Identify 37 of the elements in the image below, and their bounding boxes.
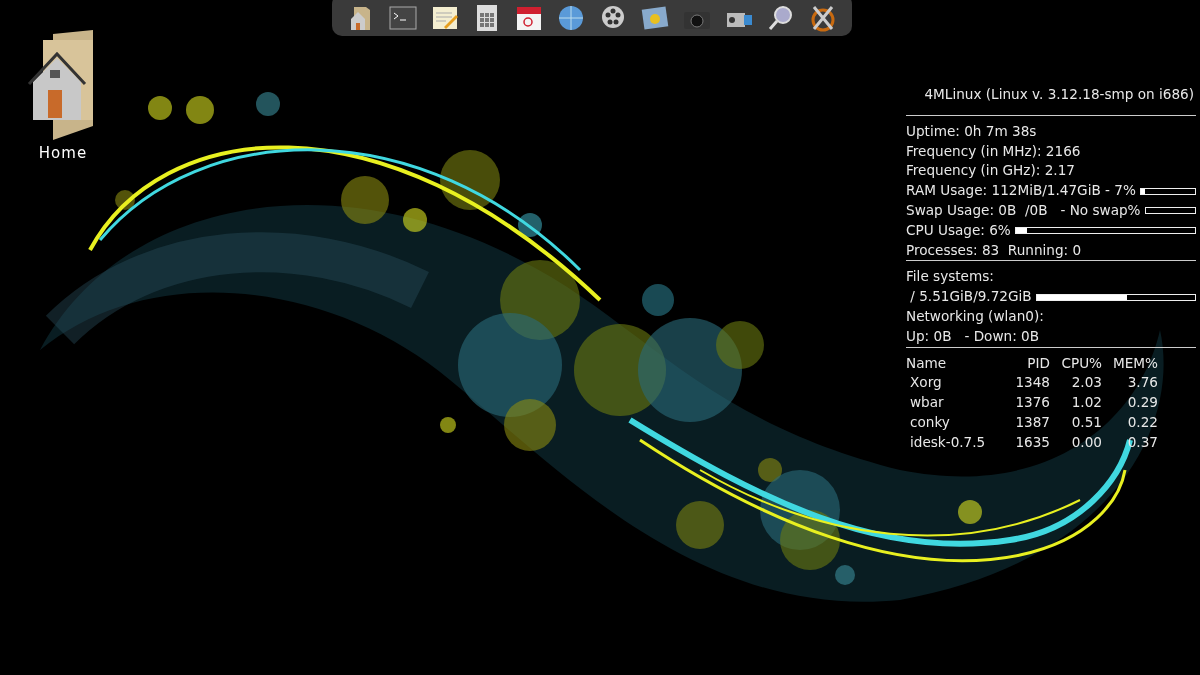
icon-label: Home	[38, 144, 88, 162]
table-cell-text: 2.03	[1070, 373, 1102, 393]
table-cell-text: 1.02	[1070, 393, 1102, 413]
stat-text: Frequency (in GHz): 2.17	[906, 161, 1075, 181]
globe-icon[interactable]	[556, 3, 586, 33]
stat-text: Up: 0B - Down: 0B	[906, 326, 1040, 346]
column-header: MEM%	[1112, 353, 1158, 373]
column-header: PID	[1026, 353, 1050, 373]
table-cell-text: 1376	[1014, 393, 1050, 413]
stat-text: Uptime: 0h 7m 38s	[906, 121, 1037, 141]
stat-text: RAM Usage: 112MiB/1.47GiB - 7%	[906, 181, 1136, 201]
table-cell-text: 1387	[1014, 412, 1050, 432]
terminal-icon[interactable]	[388, 3, 418, 33]
stat-text: File systems:	[906, 267, 994, 287]
usage-bar	[1139, 187, 1196, 195]
table-cell-text: 3.76	[1126, 373, 1158, 393]
table-cell-text: 0.22	[1126, 412, 1158, 432]
table-cell-text: 1348	[1014, 373, 1050, 393]
desktop-shortcut[interactable]: Home	[24, 30, 102, 162]
table-cell-text: 0.37	[1126, 432, 1158, 452]
stat-text: Frequency (in MHz): 2166	[906, 141, 1081, 161]
table-cell-text: 1635	[1014, 432, 1050, 452]
stat-text: Processes: 83 Running: 0	[906, 240, 1082, 260]
table-cell-text: 0.51	[1070, 412, 1102, 432]
system-title: 4MLinux (Linux v. 3.12.18-smp on i686)	[923, 85, 1195, 104]
column-header: Name	[906, 353, 948, 373]
stat-text: CPU Usage: 6%	[906, 220, 1011, 240]
stat-text: Networking (wlan0):	[906, 306, 1044, 326]
table-cell-text: idesk-0.7.5	[909, 432, 987, 452]
table-cell-text: conky	[909, 412, 951, 432]
table-cell-text: Xorg	[909, 373, 943, 393]
stat-text: Swap Usage: 0B /0B - No swap%	[906, 201, 1141, 220]
stat-text: / 5.51GiB/9.72GiB	[909, 287, 1032, 307]
column-header: CPU%	[1060, 353, 1102, 373]
table-cell-text: 0.00	[1070, 432, 1102, 452]
table-cell-text: 0.29	[1126, 393, 1158, 413]
table-cell-text: wbar	[909, 393, 945, 413]
